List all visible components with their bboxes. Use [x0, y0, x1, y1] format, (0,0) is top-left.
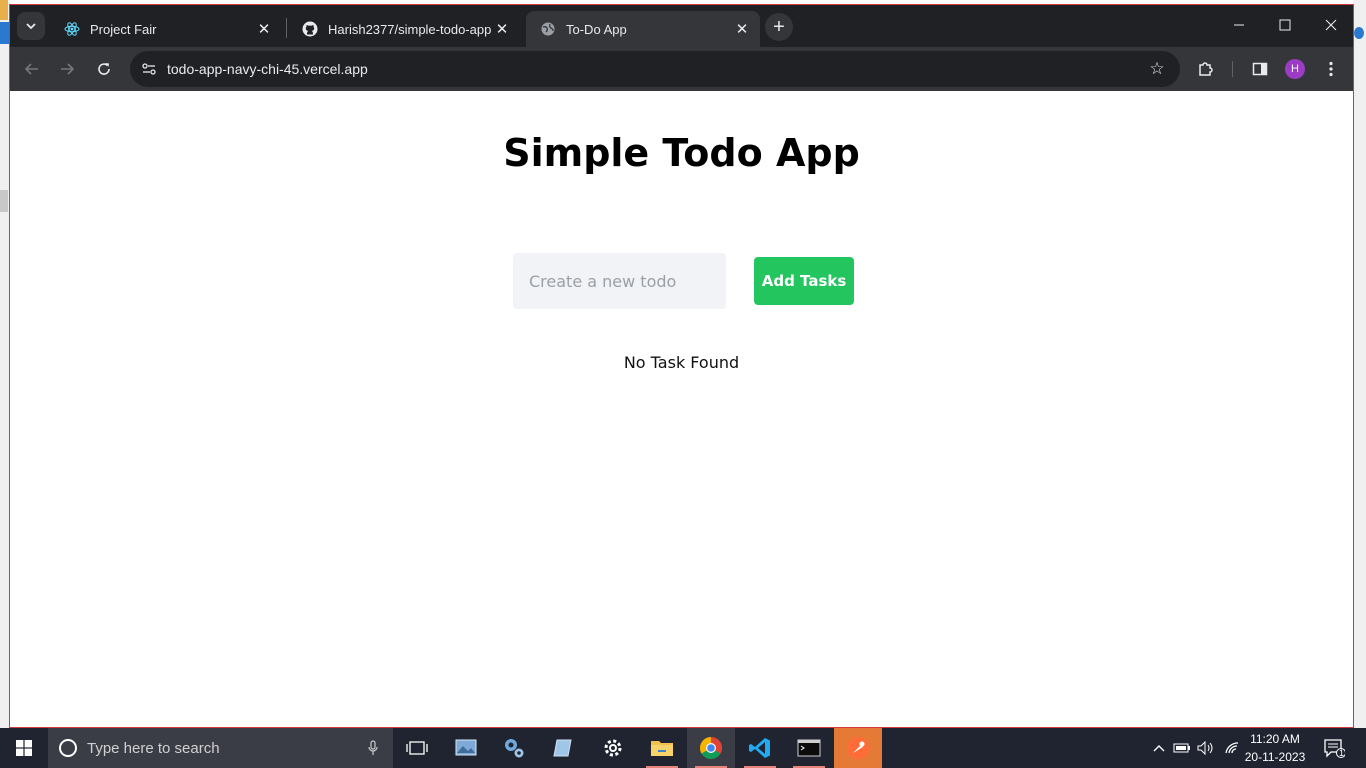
profile-initial: H: [1291, 63, 1299, 75]
speaker-icon: [1197, 741, 1213, 755]
folder-icon: [651, 741, 673, 756]
plus-icon: +: [773, 15, 785, 38]
maximize-button[interactable]: [1262, 5, 1308, 45]
bookmark-star-icon[interactable]: ☆: [1146, 58, 1168, 80]
empty-state-message: No Task Found: [623, 353, 740, 372]
windows-taskbar: Type here to search 11:20 AM 20-11-2023 …: [0, 728, 1366, 768]
page-title: Simple Todo App: [503, 131, 860, 175]
taskbar-search-box[interactable]: Type here to search: [48, 728, 393, 768]
browser-toolbar: todo-app-navy-chi-45.vercel.app ☆ H: [10, 47, 1353, 91]
cortana-icon: [59, 739, 77, 757]
taskbar-app-notepad[interactable]: [539, 728, 587, 768]
tab-search-button[interactable]: [17, 12, 45, 40]
side-panel-button[interactable]: [1246, 55, 1274, 83]
desktop-item-icon: [0, 190, 8, 212]
tab-label: Project Fair: [90, 21, 157, 37]
github-icon: [302, 21, 318, 37]
back-button[interactable]: [18, 55, 46, 83]
microphone-icon[interactable]: [367, 739, 379, 757]
add-tasks-button[interactable]: Add Tasks: [754, 257, 854, 305]
taskbar-app-settings[interactable]: [589, 728, 637, 768]
windows-logo-icon: [16, 740, 32, 756]
tab-label: To-Do App: [566, 21, 627, 37]
puzzle-icon: [1199, 62, 1213, 76]
terminal-icon: [797, 739, 821, 757]
tray-battery[interactable]: [1172, 728, 1192, 768]
tab-github-repo[interactable]: Harish2377/simple-todo-app ✕: [288, 11, 520, 47]
maximize-icon: [1279, 19, 1291, 31]
photos-icon: [455, 739, 477, 756]
clock-time: 11:20 AM: [1250, 732, 1300, 746]
taskbar-app-postman[interactable]: [834, 728, 882, 768]
taskbar-app-control-panel[interactable]: [490, 728, 538, 768]
minimize-button[interactable]: [1216, 5, 1262, 45]
kebab-menu-icon: [1329, 61, 1333, 77]
tray-volume[interactable]: [1196, 728, 1216, 768]
desktop-right-edge: [1353, 0, 1366, 728]
tab-todo-app[interactable]: To-Do App ✕: [526, 11, 760, 47]
address-bar[interactable]: todo-app-navy-chi-45.vercel.app ☆: [130, 51, 1180, 87]
clock-date: 20-11-2023: [1244, 750, 1306, 764]
browser-menu-button[interactable]: [1317, 55, 1345, 83]
close-window-button[interactable]: [1308, 5, 1354, 45]
close-icon[interactable]: ✕: [732, 19, 752, 39]
forward-button[interactable]: [53, 55, 81, 83]
desktop-folder-icon: [0, 0, 8, 20]
tab-label: Harish2377/simple-todo-app: [328, 21, 492, 37]
wifi-icon: [1225, 742, 1239, 754]
toolbar-divider: [1232, 61, 1233, 77]
arrow-right-icon: [61, 63, 75, 75]
reload-icon: [98, 63, 110, 75]
taskbar-app-file-explorer[interactable]: [638, 728, 686, 768]
battery-icon: [1173, 743, 1190, 753]
vscode-icon: [749, 738, 770, 758]
close-icon[interactable]: ✕: [254, 19, 274, 39]
profile-avatar[interactable]: H: [1285, 59, 1305, 79]
close-icon[interactable]: ✕: [492, 19, 512, 39]
extensions-button[interactable]: [1192, 55, 1220, 83]
minimize-icon: [1234, 24, 1244, 26]
chevron-up-icon: [1153, 745, 1165, 752]
site-settings-icon[interactable]: [140, 60, 158, 78]
taskbar-app-photos[interactable]: [442, 728, 490, 768]
tray-network[interactable]: [1222, 728, 1242, 768]
tab-strip: Project Fair ✕ Harish2377/simple-todo-ap…: [10, 5, 1353, 47]
action-center-button[interactable]: 1: [1320, 728, 1348, 768]
postman-icon: [847, 737, 869, 759]
tab-project-fair[interactable]: Project Fair ✕: [50, 11, 282, 47]
url-text[interactable]: todo-app-navy-chi-45.vercel.app: [167, 61, 368, 77]
page-viewport: Simple Todo App Add Tasks No Task Found: [10, 91, 1353, 727]
arrow-left-icon: [24, 63, 38, 75]
react-icon: [64, 21, 80, 37]
tray-overflow-button[interactable]: [1150, 728, 1168, 768]
reload-button[interactable]: [90, 55, 118, 83]
search-placeholder: Type here to search: [87, 739, 220, 757]
new-tab-button[interactable]: +: [765, 13, 793, 41]
notepad-icon: [553, 739, 572, 757]
taskbar-clock[interactable]: 11:20 AM 20-11-2023: [1240, 730, 1310, 766]
close-icon: [1325, 19, 1337, 31]
gears-icon: [505, 739, 524, 758]
settings-icon: [604, 739, 622, 757]
task-view-button[interactable]: [393, 728, 441, 768]
task-view-icon: [406, 741, 428, 755]
taskbar-app-chrome[interactable]: [687, 728, 735, 768]
taskbar-app-terminal[interactable]: [785, 728, 833, 768]
tab-divider: [286, 18, 287, 38]
side-panel-icon: [1252, 62, 1268, 76]
chevron-down-icon: [26, 23, 36, 30]
notification-count: 1: [1339, 748, 1345, 758]
desktop-help-icon: [1354, 27, 1364, 39]
globe-icon: [540, 21, 556, 37]
start-button[interactable]: [0, 728, 48, 768]
new-todo-input[interactable]: [513, 253, 726, 309]
taskbar-app-vscode[interactable]: [736, 728, 784, 768]
browser-window: Project Fair ✕ Harish2377/simple-todo-ap…: [9, 4, 1354, 728]
chrome-icon: [700, 737, 722, 759]
